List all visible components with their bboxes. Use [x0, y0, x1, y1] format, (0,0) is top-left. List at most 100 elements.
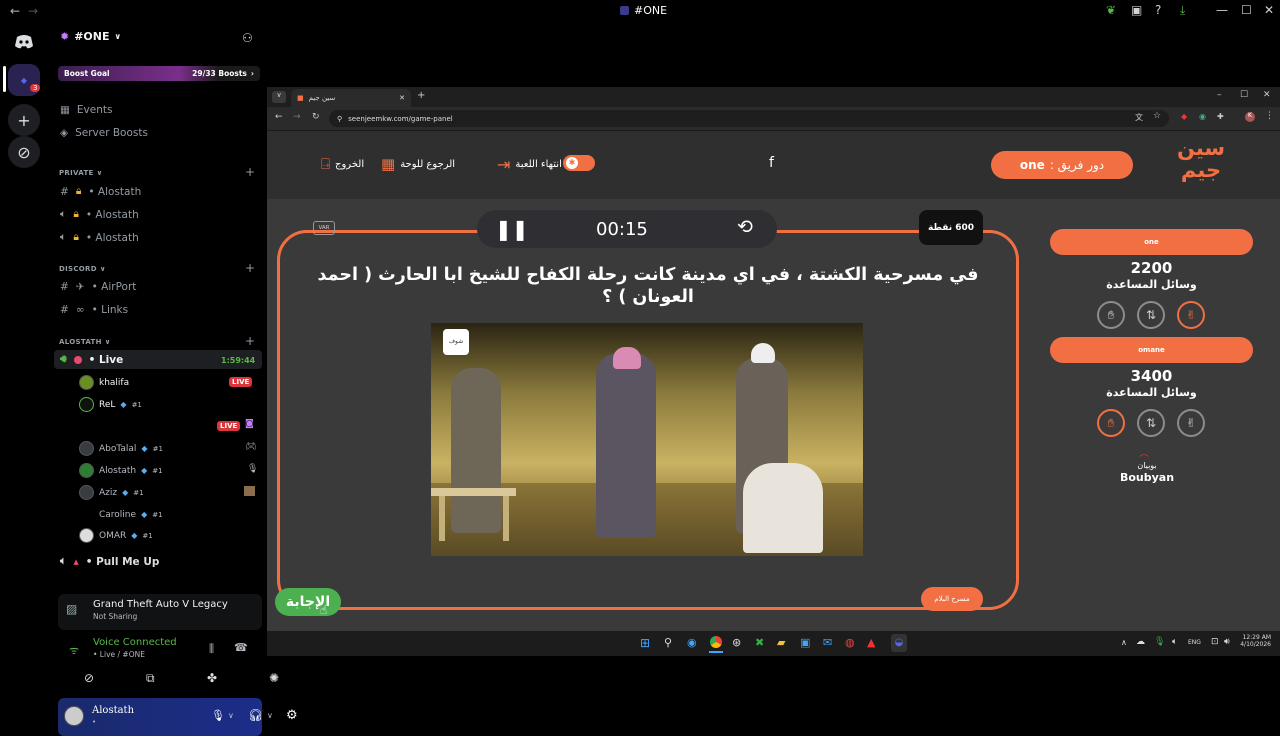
- category-discord[interactable]: DISCORD ∨: [59, 265, 106, 273]
- cloud-icon[interactable]: ☁: [1136, 637, 1145, 647]
- discover-icon[interactable]: ⊘: [8, 136, 40, 168]
- helper-swap-icon[interactable]: ⇅: [1137, 301, 1165, 329]
- translate-icon[interactable]: 文: [1135, 112, 1143, 123]
- language-indicator[interactable]: ENG: [1188, 639, 1201, 646]
- back-to-board-button[interactable]: ▦ الرجوع للوحة: [381, 155, 455, 173]
- share-screen-icon[interactable]: ⧉: [146, 671, 155, 686]
- help-icon[interactable]: ?: [1155, 3, 1161, 17]
- voice-user[interactable]: Aziz ◆ #1: [79, 485, 144, 500]
- voice-user[interactable]: khalifa: [79, 375, 129, 390]
- end-game-button[interactable]: ⇥ انتهاء اللعبة: [497, 155, 562, 174]
- profile-icon[interactable]: K: [1245, 112, 1255, 122]
- events-link[interactable]: ▦ Events: [60, 104, 112, 116]
- address-bar[interactable]: ⚲ seenjeemkw.com/game-panel: [329, 110, 1169, 127]
- add-channel-icon[interactable]: +: [245, 334, 255, 348]
- voice-user[interactable]: Caroline ◆ #1: [79, 507, 163, 522]
- helper-two-answers-icon[interactable]: ✌︎: [1177, 301, 1205, 329]
- noise-suppression-icon[interactable]: ⫼: [209, 642, 214, 656]
- voice-user[interactable]: AboTalal ◆ #1: [79, 441, 163, 456]
- channel-pull-me-up[interactable]: 🔈︎ ▲ • Pull Me Up: [60, 555, 159, 568]
- extension-icon[interactable]: ◉: [1199, 112, 1206, 121]
- settings-gear-icon[interactable]: ⚙: [286, 708, 298, 723]
- leaf-icon[interactable]: ❦: [1106, 3, 1116, 17]
- back-arrow-icon[interactable]: ←: [275, 112, 283, 122]
- voice-user[interactable]: ReL ◆ #1: [79, 397, 142, 412]
- voice-user[interactable]: OMAR ◆ #1: [79, 528, 153, 543]
- reload-icon[interactable]: ↻: [312, 112, 320, 122]
- browser-tab[interactable]: ■ سين جيم ✕: [291, 89, 411, 107]
- answer-button[interactable]: الإجابة: [275, 588, 341, 616]
- app-icon[interactable]: ◍: [845, 636, 855, 649]
- clock[interactable]: 12:29 AM 4/10/2026: [1239, 634, 1271, 648]
- network-icon[interactable]: ⊡: [1211, 637, 1219, 647]
- download-icon[interactable]: ⤓: [1180, 3, 1185, 18]
- server-header[interactable]: ✹ #ONE ∨: [60, 30, 121, 43]
- windows-start-icon[interactable]: ⊞: [640, 636, 650, 650]
- disconnect-icon[interactable]: ☎: [234, 641, 248, 654]
- reset-timer-icon[interactable]: ⟲: [737, 216, 753, 238]
- edge-icon[interactable]: ◉: [687, 636, 697, 649]
- add-channel-icon[interactable]: +: [245, 261, 255, 275]
- exit-button[interactable]: ⍈ الخروج: [321, 155, 364, 173]
- close-icon[interactable]: ✕: [1264, 3, 1274, 17]
- voice-user[interactable]: Alostath ◆ #1: [79, 463, 163, 478]
- chevron-up-icon[interactable]: ∧: [1121, 638, 1127, 647]
- var-icon[interactable]: VAR: [313, 221, 335, 235]
- pause-icon[interactable]: ❚❚: [495, 217, 529, 241]
- camera-off-icon[interactable]: ⊘: [84, 671, 94, 685]
- mic-icon[interactable]: 🎙︎: [1154, 637, 1165, 647]
- tab-close-icon[interactable]: ✕: [399, 94, 405, 102]
- channel-links[interactable]: # ∞ • Links: [60, 304, 128, 316]
- avatar[interactable]: [64, 706, 84, 726]
- channel-private-1[interactable]: # 🔒︎ • Alostath: [60, 185, 141, 198]
- menu-kebab-icon[interactable]: ⋮: [1265, 111, 1274, 121]
- file-explorer-icon[interactable]: ▰: [777, 636, 785, 649]
- category-alostath[interactable]: ALOSTATH ∨: [59, 338, 111, 346]
- maximize-icon[interactable]: ☐: [1241, 3, 1252, 17]
- tab-search-icon[interactable]: ∨: [272, 91, 286, 103]
- helper-hand-icon[interactable]: ✋︎: [1097, 409, 1125, 437]
- extensions-puzzle-icon[interactable]: ✚: [1217, 112, 1224, 121]
- add-channel-icon[interactable]: +: [245, 165, 255, 179]
- channel-private-3[interactable]: 🔈︎ 🔒︎ • Alostath: [60, 231, 139, 244]
- xbox-icon[interactable]: ✖: [755, 636, 764, 649]
- minimize-icon[interactable]: –: [1217, 90, 1222, 100]
- channel-private-2[interactable]: 🔈︎ 🔒︎ • Alostath: [60, 208, 139, 221]
- activities-icon[interactable]: ✤: [207, 671, 217, 685]
- steam-icon[interactable]: ⊛: [732, 636, 741, 649]
- add-server-icon[interactable]: +: [8, 104, 40, 136]
- maximize-icon[interactable]: ☐: [1240, 90, 1248, 100]
- inbox-icon[interactable]: ▣: [1131, 3, 1142, 17]
- invite-icon[interactable]: ⚇: [242, 31, 253, 45]
- category-private[interactable]: PRIVATE ∨: [59, 169, 103, 177]
- forward-arrow-icon[interactable]: →: [28, 4, 38, 18]
- minimize-icon[interactable]: —: [1216, 3, 1228, 17]
- boost-goal-bar[interactable]: Boost Goal 29/33 Boosts ›: [58, 66, 260, 81]
- close-icon[interactable]: ✕: [1263, 90, 1271, 100]
- helper-swap-icon[interactable]: ⇅: [1137, 409, 1165, 437]
- chrome-icon[interactable]: [709, 633, 723, 653]
- server-boosts-link[interactable]: ◈ Server Boosts: [60, 127, 148, 139]
- app-icon[interactable]: ▲: [867, 636, 875, 649]
- soundboard-icon[interactable]: ✺: [269, 671, 279, 685]
- mic-icon[interactable]: 🎙︎: [211, 709, 225, 722]
- bookmark-star-icon[interactable]: ☆: [1153, 111, 1161, 121]
- helper-hand-icon[interactable]: ✋︎: [1097, 301, 1125, 329]
- discord-taskbar-icon[interactable]: ◒: [891, 634, 907, 652]
- channel-live[interactable]: 🔊︎ • Live: [60, 353, 123, 366]
- helper-two-answers-icon[interactable]: ✌︎: [1177, 409, 1205, 437]
- search-icon[interactable]: ⚲: [664, 636, 672, 649]
- discord-home-icon[interactable]: [8, 26, 40, 58]
- toggle-switch[interactable]: ✱: [563, 155, 595, 171]
- extension-icon[interactable]: ◆: [1181, 112, 1187, 121]
- chevron-down-icon[interactable]: ∨: [267, 711, 273, 720]
- store-icon[interactable]: ▣: [800, 636, 810, 649]
- volume-icon[interactable]: 🔊︎: [1224, 637, 1230, 647]
- new-tab-icon[interactable]: +: [417, 90, 425, 101]
- channel-airport[interactable]: # ✈ • AirPort: [60, 281, 136, 293]
- forward-arrow-icon[interactable]: →: [293, 112, 301, 122]
- chevron-down-icon[interactable]: ∨: [228, 711, 234, 720]
- speaker-icon[interactable]: 🔈︎: [1172, 637, 1177, 647]
- back-arrow-icon[interactable]: ←: [10, 4, 20, 18]
- outlook-icon[interactable]: ✉: [823, 636, 832, 649]
